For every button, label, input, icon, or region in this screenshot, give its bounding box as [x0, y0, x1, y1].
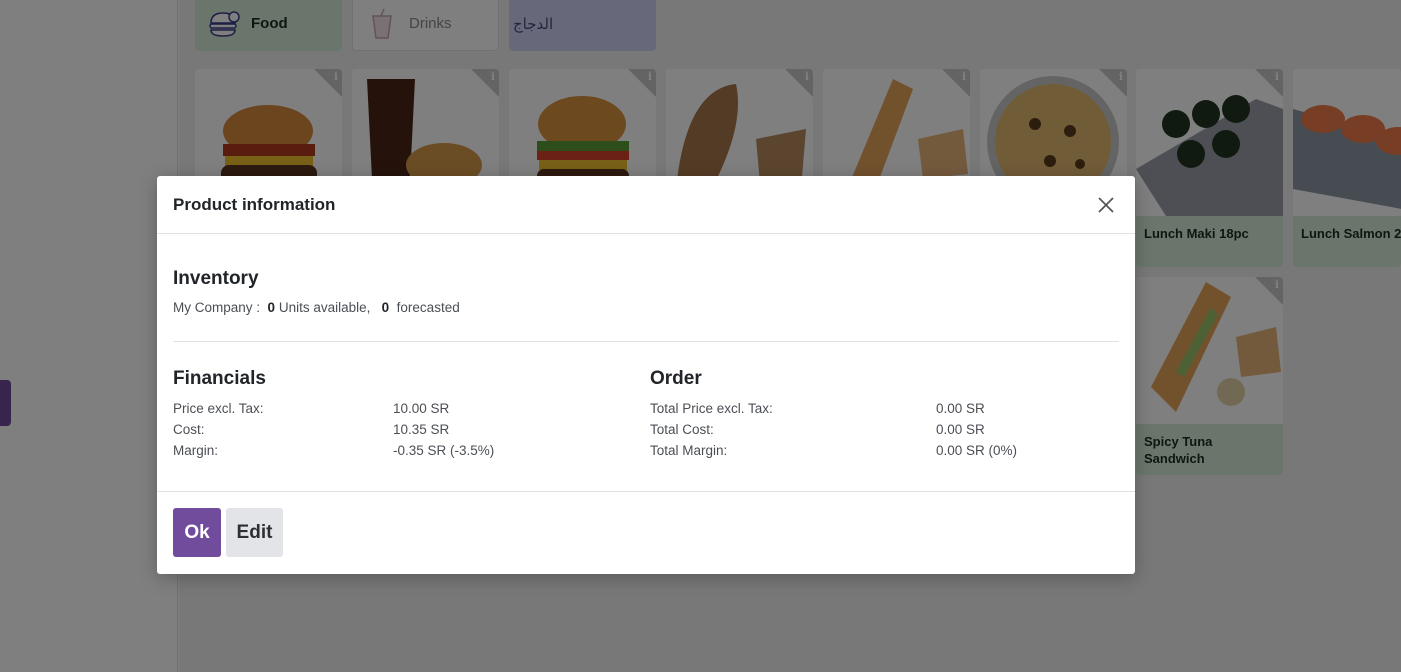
financial-label: Price excl. Tax:: [173, 401, 264, 416]
financials-title: Financials: [173, 368, 266, 389]
order-value: 0.00 SR: [936, 401, 985, 416]
forecasted-value: 0: [381, 300, 390, 315]
order-value: 0.00 SR: [936, 422, 985, 437]
inventory-title: Inventory: [173, 268, 259, 289]
financial-value: 10.35 SR: [393, 422, 450, 437]
inventory-company: My Company :: [173, 300, 261, 315]
dialog-title: Product information: [173, 194, 336, 214]
close-icon: [1098, 196, 1114, 213]
order-label: Total Margin:: [650, 443, 728, 458]
inventory-line: My Company : 0 Units available, 0 foreca…: [173, 300, 460, 315]
edit-button[interactable]: Edit: [226, 508, 283, 557]
units-available-value: 0: [267, 300, 276, 315]
dialog-header: Product information: [157, 176, 1135, 234]
ok-button[interactable]: Ok: [173, 508, 221, 557]
forecasted-label: forecasted: [396, 300, 460, 315]
financial-value: 10.00 SR: [393, 401, 450, 416]
units-available-label: Units available,: [278, 300, 371, 315]
close-button[interactable]: [1093, 192, 1119, 218]
order-label: Total Price excl. Tax:: [650, 401, 773, 416]
order-title: Order: [650, 368, 702, 389]
financial-label: Cost:: [173, 422, 205, 437]
product-info-dialog: Product information Inventory My Company…: [157, 176, 1135, 574]
dialog-footer: Ok Edit: [157, 491, 1135, 574]
order-value: 0.00 SR (0%): [936, 443, 1018, 458]
financial-value: -0.35 SR (-3.5%): [393, 443, 495, 458]
financial-label: Margin:: [173, 443, 219, 458]
dialog-body: Inventory My Company : 0 Units available…: [173, 235, 1119, 491]
section-divider: [173, 341, 1119, 342]
order-label: Total Cost:: [650, 422, 714, 437]
